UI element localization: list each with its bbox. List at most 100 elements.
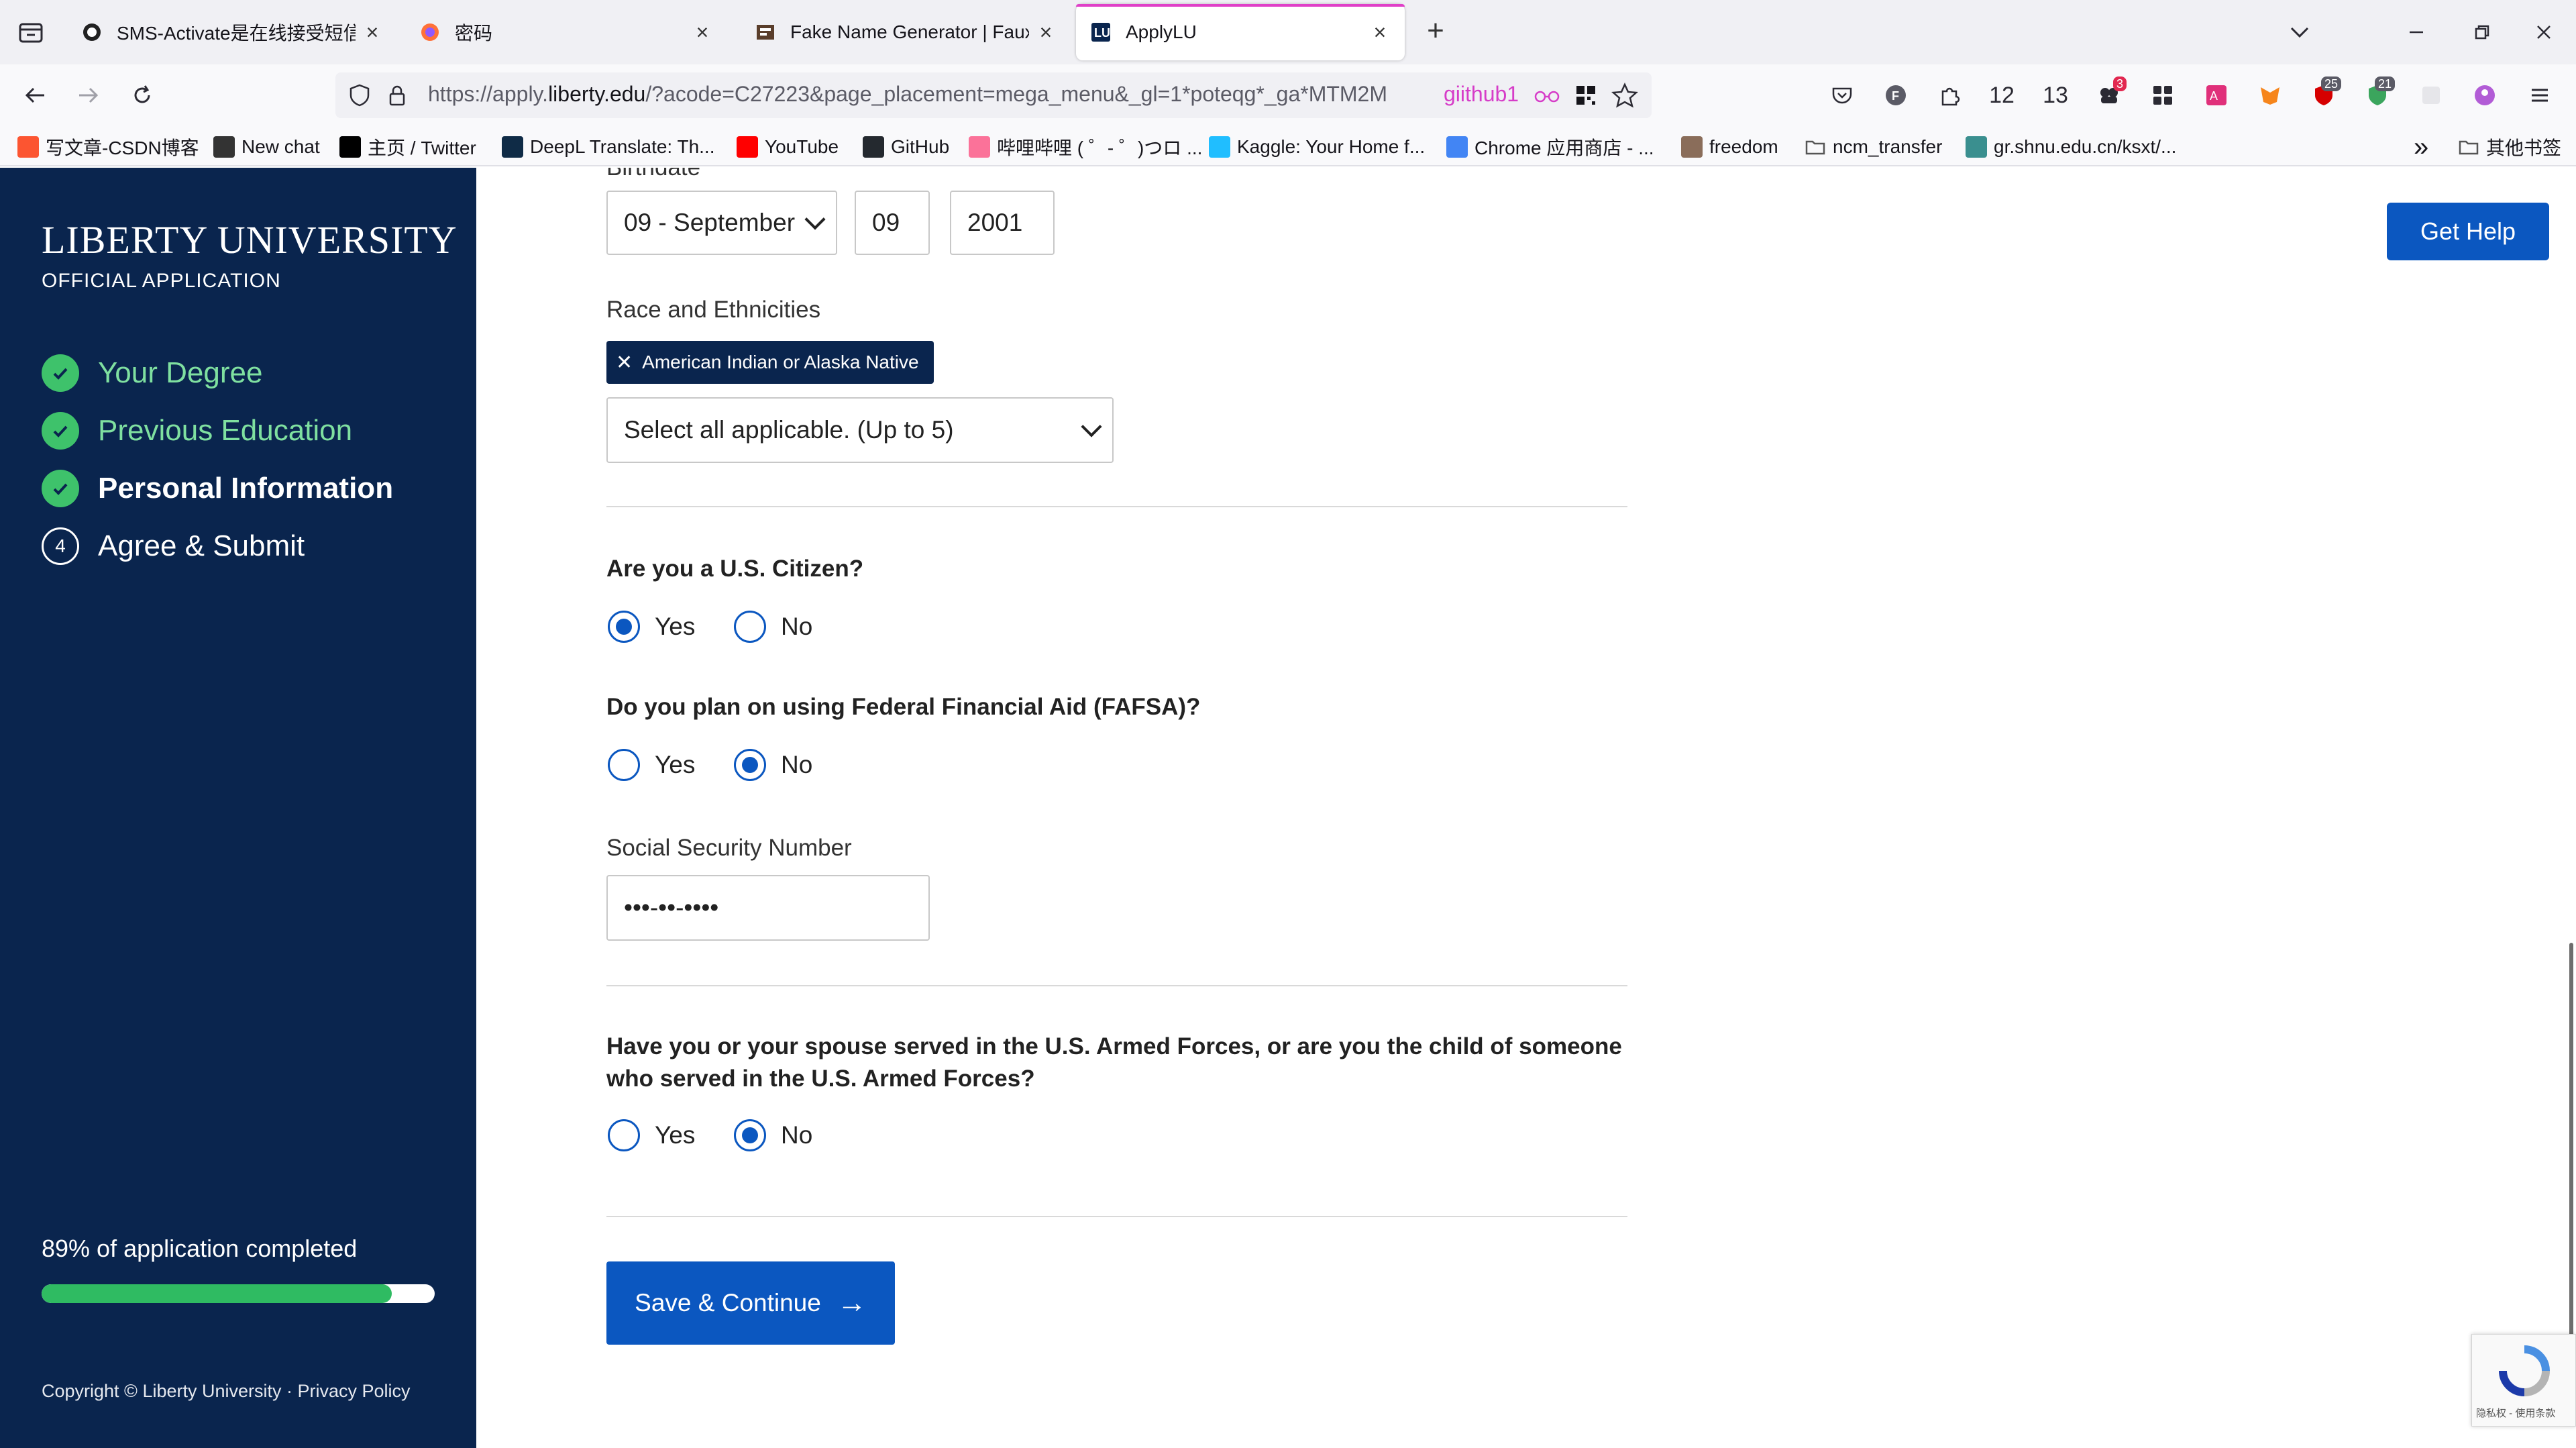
bookmark-item[interactable]: ncm_transfer: [1805, 134, 1942, 160]
new-tab-icon[interactable]: +: [1421, 16, 1450, 47]
recaptcha-terms[interactable]: 隐私权 - 使用条款: [2476, 1406, 2555, 1420]
bookmark-star-icon[interactable]: [1611, 82, 1639, 112]
university-logo[interactable]: LIBERTY UNIVERSITY: [42, 217, 458, 262]
ssn-masked-value: •••-••-••••: [624, 894, 719, 921]
radio-selected-icon: [734, 1119, 766, 1151]
address-bar[interactable]: https://apply.liberty.edu/?acode=C27223&…: [335, 72, 1652, 118]
bookmark-item[interactable]: gr.shnu.edu.cn/ksxt/...: [1966, 134, 2176, 160]
save-continue-label: Save & Continue: [635, 1289, 821, 1316]
bookmark-item[interactable]: Chrome 应用商店 - ...: [1446, 134, 1654, 160]
fafsa-no-radio[interactable]: No: [734, 749, 812, 781]
recaptcha-logo-icon: [2498, 1344, 2551, 1401]
other-bookmarks-folder[interactable]: 其他书签: [2458, 134, 2561, 160]
bookmark-label: Kaggle: Your Home f...: [1237, 136, 1426, 157]
restore-window-icon[interactable]: [2465, 15, 2500, 50]
qr-code-icon[interactable]: [1574, 83, 1598, 111]
badge-count: 3: [2112, 76, 2127, 91]
url-path: /?acode=C27223&page_placement=mega_menu&…: [645, 82, 1387, 106]
radio-label: No: [781, 751, 813, 778]
close-tab-icon[interactable]: ×: [691, 20, 714, 44]
birth-year-input[interactable]: 2001: [950, 191, 1055, 255]
tab-title: ApplyLU: [1126, 21, 1197, 42]
birth-month-value: 09 - September: [624, 209, 796, 236]
recaptcha-badge[interactable]: 隐私权 - 使用条款: [2471, 1334, 2576, 1427]
copyright-text[interactable]: Copyright © Liberty University · Privacy…: [42, 1381, 411, 1402]
race-selected-chip[interactable]: ✕ American Indian or Alaska Native: [606, 341, 934, 384]
fauxid-icon: [754, 21, 777, 44]
tab-bar: SMS-Activate是在线接受短信的服务 × 密码 × Fake Name …: [0, 0, 2576, 64]
tab-list-icon[interactable]: [13, 15, 48, 50]
reload-icon[interactable]: [123, 76, 161, 114]
metamask-fox-icon[interactable]: [2251, 76, 2289, 114]
checkmark-icon: [42, 412, 79, 450]
tab-password[interactable]: 密码 ×: [405, 4, 727, 60]
reader-glasses-icon[interactable]: [1534, 83, 1560, 111]
tab-fake-name-generator[interactable]: Fake Name Generator | FauxID ×: [741, 4, 1071, 60]
citizen-no-radio[interactable]: No: [734, 611, 812, 643]
ssn-input[interactable]: •••-••-••••: [606, 875, 930, 941]
grid-apps-icon[interactable]: [2144, 76, 2182, 114]
close-tab-icon[interactable]: ×: [1034, 20, 1057, 44]
ublock-shield-icon[interactable]: 25: [2305, 76, 2343, 114]
close-tab-icon[interactable]: ×: [361, 20, 384, 44]
forward-arrow-icon[interactable]: [70, 76, 107, 114]
chevron-down-icon: [804, 209, 826, 230]
tracking-protection-shield-icon[interactable]: [347, 83, 372, 111]
bookmark-item[interactable]: freedom: [1681, 134, 1778, 160]
race-chip-label: American Indian or Alaska Native: [642, 352, 919, 372]
step-agree-submit[interactable]: 4 Agree & Submit: [42, 526, 305, 566]
counter-12[interactable]: 12: [1983, 76, 2021, 114]
translate-icon[interactable]: A: [2198, 76, 2235, 114]
bookmark-item[interactable]: 主页 / Twitter: [339, 134, 476, 160]
extension-badge-icon[interactable]: 3: [2090, 76, 2128, 114]
bookmark-item[interactable]: New chat: [213, 134, 320, 160]
save-continue-button[interactable]: Save & Continue →: [606, 1261, 895, 1345]
tab-sms-activate[interactable]: SMS-Activate是在线接受短信的服务 ×: [67, 4, 397, 60]
sms-activate-favicon-icon: [80, 21, 103, 44]
more-bookmarks-chevron-icon[interactable]: »: [2414, 132, 2428, 162]
counter-13[interactable]: 13: [2037, 76, 2074, 114]
radio-label: No: [781, 1121, 813, 1149]
bookmark-item[interactable]: Kaggle: Your Home f...: [1209, 134, 1425, 160]
bookmark-item[interactable]: 哔哩哔哩 ( ゜- ゜)つロ ...: [969, 134, 1202, 160]
radio-selected-icon: [608, 611, 640, 643]
fafsa-yes-radio[interactable]: Yes: [608, 749, 695, 781]
bookmark-item[interactable]: DeepL Translate: Th...: [502, 134, 715, 160]
race-select[interactable]: Select all applicable. (Up to 5): [606, 397, 1114, 463]
list-all-tabs-chevron-icon[interactable]: [2282, 15, 2317, 50]
tab-applylu[interactable]: LU ApplyLU ×: [1076, 4, 1405, 60]
green-shield-icon[interactable]: 21: [2359, 76, 2396, 114]
hamburger-menu-icon[interactable]: [2521, 76, 2559, 114]
birth-day-input[interactable]: 09: [855, 191, 930, 255]
kaggle-icon: [1209, 136, 1230, 158]
step-personal-information[interactable]: Personal Information: [42, 468, 393, 509]
close-tab-icon[interactable]: ×: [1368, 20, 1391, 44]
blank-extension-icon[interactable]: [2412, 76, 2450, 114]
radio-unselected-icon: [608, 749, 640, 781]
lock-icon[interactable]: [385, 83, 409, 111]
close-window-icon[interactable]: [2526, 15, 2561, 50]
bookmark-item[interactable]: 写文章-CSDN博客: [17, 134, 199, 160]
step-your-degree[interactable]: Your Degree: [42, 353, 262, 393]
profile-avatar-icon[interactable]: [2466, 76, 2504, 114]
minimize-window-icon[interactable]: [2399, 15, 2434, 50]
get-help-button[interactable]: Get Help: [2387, 203, 2549, 260]
bookmark-item[interactable]: GitHub: [863, 134, 949, 160]
tab-title: SMS-Activate是在线接受短信的服务: [117, 23, 356, 44]
x-icon: [339, 136, 361, 158]
svg-text:A: A: [2210, 89, 2218, 103]
military-yes-radio[interactable]: Yes: [608, 1119, 695, 1151]
military-no-radio[interactable]: No: [734, 1119, 812, 1151]
extensions-puzzle-icon[interactable]: [1931, 76, 1968, 114]
url-text[interactable]: https://apply.liberty.edu/?acode=C27223&…: [428, 82, 1428, 107]
birth-month-select[interactable]: 09 - September: [606, 191, 837, 255]
birthdate-label: Birthdate: [606, 168, 700, 181]
step-previous-education[interactable]: Previous Education: [42, 411, 352, 451]
remove-chip-close-icon[interactable]: ✕: [616, 351, 633, 374]
back-arrow-icon[interactable]: [16, 76, 54, 114]
pocket-icon[interactable]: [1823, 76, 1861, 114]
account-f-icon[interactable]: F: [1877, 76, 1915, 114]
bookmark-item[interactable]: YouTube: [737, 134, 839, 160]
bilibili-icon: [969, 136, 990, 158]
citizen-yes-radio[interactable]: Yes: [608, 611, 695, 643]
